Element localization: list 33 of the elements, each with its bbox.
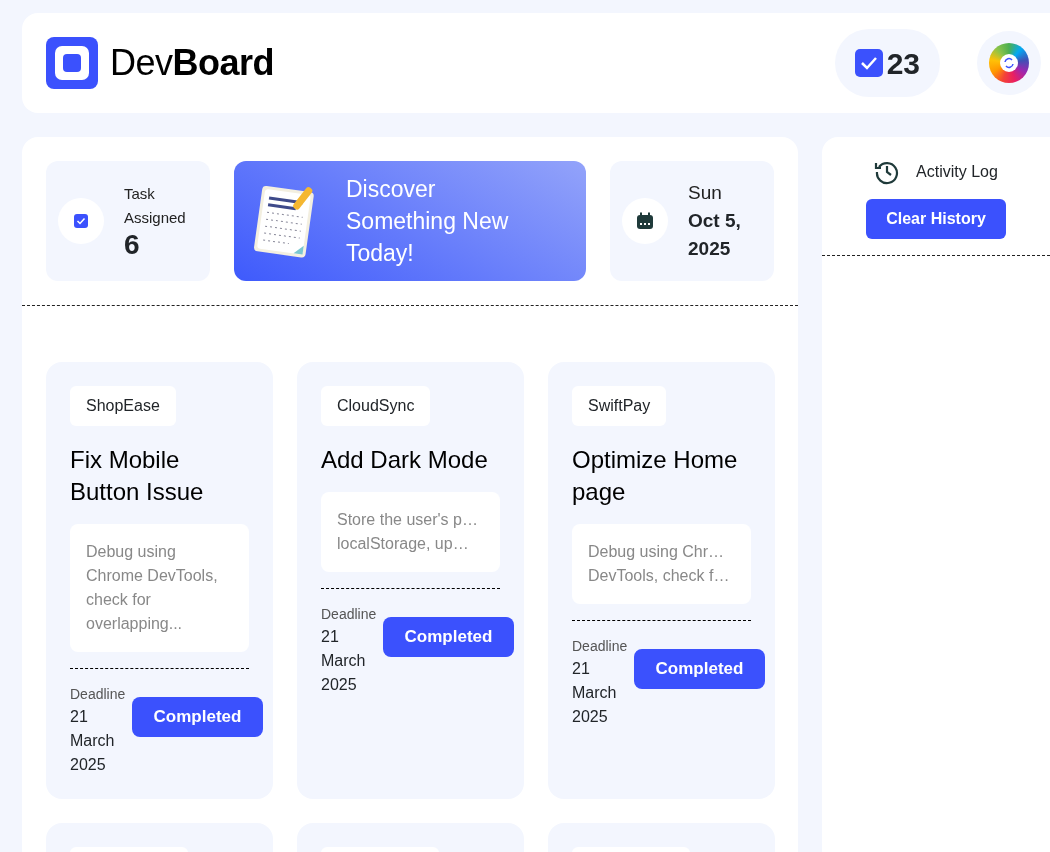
banner-text: Discover Something New Today! (346, 175, 510, 268)
task-title: Fix Mobile Button Issue (70, 445, 205, 507)
project-tag: SwiftPay (572, 386, 667, 426)
task-title: Add Dark Mode (321, 445, 489, 475)
weekday-text: Sun (688, 180, 723, 205)
deadline-date: 21 March 2025 (70, 707, 116, 775)
clear-history-button[interactable]: Clear History (866, 199, 1006, 239)
history-icon (874, 159, 901, 185)
checkbox-icon (854, 49, 883, 77)
deadline-label: Deadline (321, 605, 378, 624)
refresh-icon (1003, 57, 1015, 69)
deadline-date: 21 March 2025 (572, 659, 618, 727)
task-count: 23 (886, 45, 920, 82)
logo-icon (46, 37, 98, 89)
calendar-icon (636, 212, 654, 230)
app-logo-text: DevBoard (110, 41, 275, 85)
task-description: Debug using Chrome DevTools, check for overlapping... (70, 524, 249, 652)
completed-button[interactable]: Completed (383, 617, 514, 657)
completed-button[interactable]: Completed (132, 697, 263, 737)
deadline-label: Deadline (70, 685, 127, 704)
deadline-date: 21 March 2025 (321, 627, 367, 695)
task-title: Optimize Home page (572, 445, 739, 507)
task-description: Debug using Chr… DevTools, check f… (572, 524, 751, 604)
panel-title: Activity Log (916, 162, 998, 182)
task-description: Store the user's p… localStorage, up… (321, 492, 500, 572)
deadline-label: Deadline (572, 637, 629, 656)
completed-button[interactable]: Completed (634, 649, 765, 689)
project-tag: ShopEase (70, 386, 176, 426)
stat-label: Task Assigned (124, 184, 187, 228)
checkbox-icon (74, 214, 88, 228)
project-tag: CloudSync (321, 386, 431, 426)
date-text: Oct 5, 2025 (688, 209, 742, 262)
stat-value: 6 (124, 230, 141, 260)
